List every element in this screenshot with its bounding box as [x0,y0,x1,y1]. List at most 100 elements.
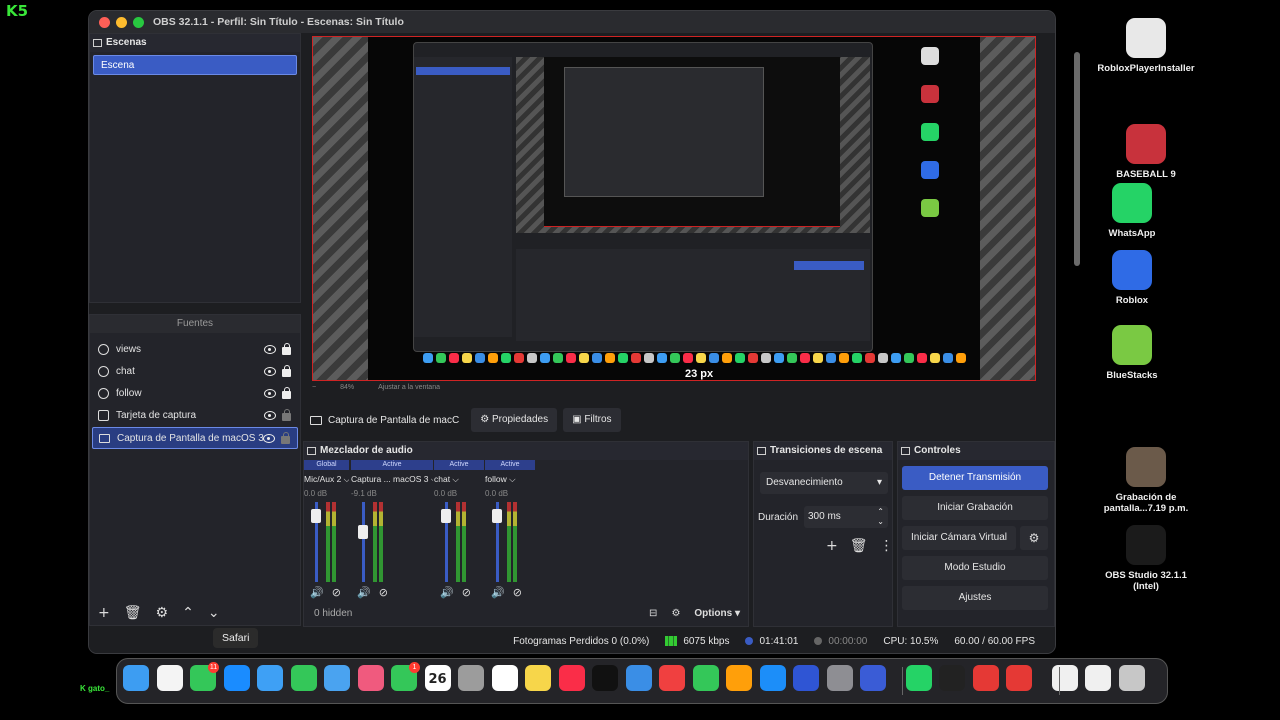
desktop-icon[interactable]: WhatsApp [1077,183,1187,239]
dock-app-icon[interactable] [905,665,932,691]
channel-name[interactable]: chat ⌵ [434,474,484,485]
volume-fader-knob[interactable] [441,508,451,523]
dock-app-icon[interactable] [156,665,183,691]
dock-app-icon[interactable] [458,665,484,691]
remove-source-icon[interactable]: 🗑 [124,605,142,621]
unlock-icon[interactable] [282,409,291,421]
dock-app-icon[interactable] [491,665,518,691]
dock-app-icon[interactable] [726,665,752,691]
unlock-icon[interactable] [281,432,290,444]
options-button[interactable]: Options ▾ [694,608,740,619]
nested-dock-icon [488,353,498,363]
dock-app-icon[interactable] [223,665,250,691]
preview-area[interactable]: 23 px − 84% Ajustar a la ventana [304,33,1054,401]
dock-app-icon[interactable] [972,665,999,691]
desktop-icon[interactable]: RobloxPlayerInstaller [1091,18,1201,74]
dock-app-icon[interactable] [625,665,652,691]
source-item-chat[interactable]: chat [92,361,298,383]
close-window-button[interactable] [99,17,110,28]
gear-icon[interactable]: ⚙ [1020,526,1048,550]
source-item-capture-card[interactable]: Tarjeta de captura [92,405,298,427]
dock-app-icon[interactable] [525,665,551,691]
source-properties-icon[interactable]: ⚙ [156,605,169,621]
volume-fader-knob[interactable] [492,508,502,523]
volume-fader-knob[interactable] [311,508,321,523]
dock-app-icon[interactable] [324,665,350,691]
studio-mode-button[interactable]: Modo Estudio [902,556,1048,580]
dock-app-icon[interactable] [692,665,719,691]
duration-input[interactable]: 300 ms ⌃ ⌄ [804,506,888,528]
visibility-eye-icon[interactable] [264,411,276,420]
monitor-audio-icon[interactable]: ⊘ [462,586,471,599]
dock-app-icon[interactable] [592,665,618,691]
desktop-icon[interactable]: Roblox [1077,250,1187,306]
monitor-audio-icon[interactable]: ⊘ [513,586,522,599]
preview-canvas[interactable]: 23 px [312,36,1036,381]
volume-fader-knob[interactable] [358,525,368,540]
stop-stream-button[interactable]: Detener Transmisión [902,466,1048,490]
title-bar[interactable]: OBS 32.1.1 - Perfil: Sin Título - Escena… [89,11,1055,33]
settings-button[interactable]: Ajustes [902,586,1048,610]
dock-app-icon[interactable] [860,665,886,691]
dock-app-icon[interactable] [257,665,283,691]
advanced-audio-icon[interactable]: ⚙ [671,608,680,619]
dock-app-icon[interactable] [290,665,317,691]
transition-select[interactable]: Desvanecimiento ▾ [760,472,888,494]
scene-item[interactable]: Escena [93,55,297,75]
dock-app-icon[interactable] [793,665,819,691]
calendar-app-icon[interactable]: 26 [424,665,451,691]
monitor-audio-icon[interactable]: ⊘ [379,586,388,599]
desktop-icon[interactable]: BASEBALL 9 [1091,124,1201,180]
visibility-eye-icon[interactable] [264,389,276,398]
add-source-icon[interactable]: + [98,605,110,621]
monitor-audio-icon[interactable]: ⊘ [332,586,341,599]
visibility-eye-icon[interactable] [264,367,276,376]
visibility-eye-icon[interactable] [264,345,276,354]
lock-icon[interactable] [282,387,291,399]
move-down-icon[interactable]: ⌄ [208,605,220,621]
dock-app-icon[interactable] [558,665,585,691]
channel-name[interactable]: Mic/Aux 2 ⌵ [304,474,349,485]
speaker-icon[interactable]: 🔊 [310,586,324,599]
move-up-icon[interactable]: ⌃ [182,605,194,621]
dock-app-icon[interactable]: 1 [391,662,420,691]
dock-app-icon[interactable] [826,665,853,691]
channel-name[interactable]: Captura ... macOS 3 ⌵ [351,474,433,485]
filters-button[interactable]: ▣ Filtros [563,408,621,432]
dock-app-icon[interactable] [1006,665,1032,691]
source-item-follow[interactable]: follow [92,383,298,405]
desktop-icon[interactable]: BlueStacks [1077,325,1187,381]
fit-to-window[interactable]: Ajustar a la ventana [378,384,440,391]
virtual-camera-button[interactable]: Iniciar Cámara Virtual [902,526,1016,550]
minimize-window-button[interactable] [116,17,127,28]
speaker-icon[interactable]: 🔊 [357,586,371,599]
dock-app-icon[interactable] [357,665,384,691]
layout-toggle-icon[interactable]: ⊟ [649,608,657,619]
lock-icon[interactable] [282,343,291,355]
properties-button[interactable]: ⚙ Propiedades [471,408,558,432]
speaker-icon[interactable]: 🔊 [491,586,505,599]
lock-icon[interactable] [282,365,291,377]
start-recording-button[interactable]: Iniciar Grabación [902,496,1048,520]
add-transition-icon[interactable]: + [826,538,838,554]
source-item-screen-capture[interactable]: Captura de Pantalla de macOS 3 [92,427,298,449]
desktop-icon[interactable]: Grabación de pantalla...7.19 p.m. [1091,447,1201,514]
dock-app-icon[interactable] [1118,665,1145,691]
desktop-icon[interactable]: OBS Studio 32.1.1 (Intel) [1091,525,1201,592]
dock-app-icon[interactable] [659,665,685,691]
zoom-out-icon[interactable]: − [312,384,316,391]
dock-app-icon[interactable] [1085,665,1111,691]
dock-app-icon[interactable] [123,665,149,691]
more-options-icon[interactable]: ⋮ [880,538,894,554]
source-item-views[interactable]: views [92,339,298,361]
dock-app-icon[interactable] [1051,665,1078,691]
dock-app-icon[interactable] [759,665,786,691]
channel-name[interactable]: follow ⌵ [485,474,535,485]
remove-transition-icon[interactable]: 🗑 [850,538,868,554]
volume-fader[interactable] [362,502,365,582]
speaker-icon[interactable]: 🔊 [440,586,454,599]
dock-app-icon[interactable]: 11 [190,662,219,691]
zoom-window-button[interactable] [133,17,144,28]
dock-app-icon[interactable] [939,665,965,691]
visibility-eye-icon[interactable] [263,434,275,443]
